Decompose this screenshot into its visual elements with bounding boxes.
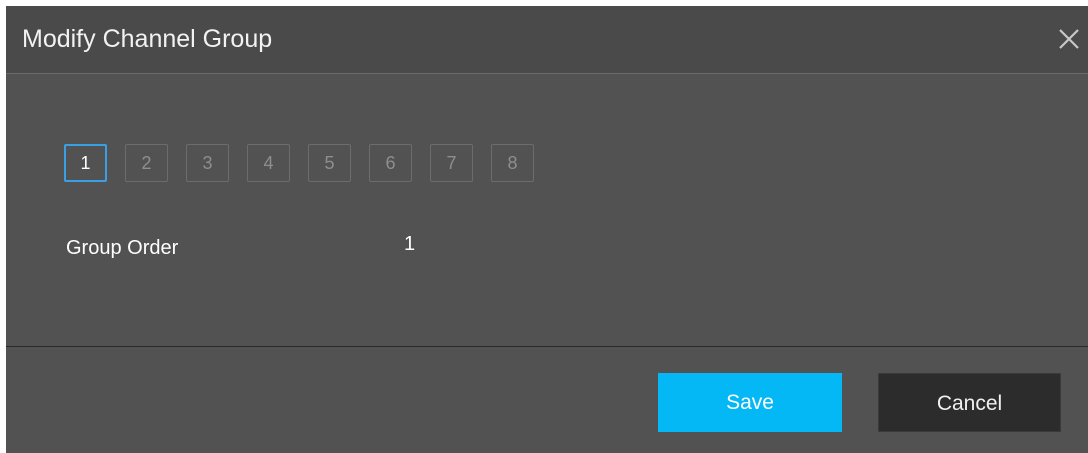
footer-divider [6,346,1088,347]
channel-button-1[interactable]: 1 [64,144,107,182]
modify-channel-group-dialog: Modify Channel Group 1 2 3 4 5 6 7 8 Gro… [6,6,1088,453]
channel-button-8[interactable]: 8 [491,144,534,182]
close-icon[interactable] [1056,26,1082,52]
save-button[interactable]: Save [658,373,842,432]
dialog-title: Modify Channel Group [22,25,273,53]
group-order-label: Group Order [66,237,179,259]
channel-button-2[interactable]: 2 [125,144,168,182]
channel-button-4[interactable]: 4 [247,144,290,182]
dialog-title-bar: Modify Channel Group [6,6,1088,74]
group-order-value: 1 [404,233,416,255]
cancel-button[interactable]: Cancel [878,373,1061,432]
channel-button-6[interactable]: 6 [369,144,412,182]
channel-button-3[interactable]: 3 [186,144,229,182]
channel-button-7[interactable]: 7 [430,144,473,182]
channel-button-5[interactable]: 5 [308,144,351,182]
